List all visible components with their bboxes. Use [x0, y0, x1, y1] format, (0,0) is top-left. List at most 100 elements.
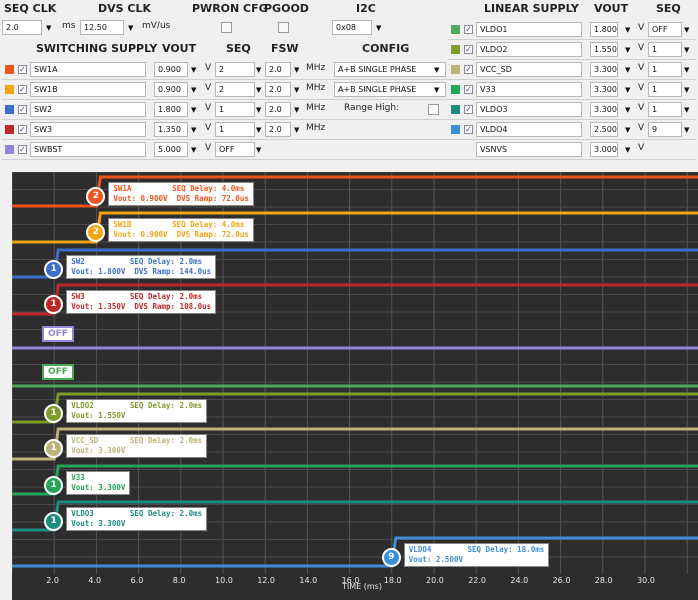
chevron-down-icon[interactable]: ▼	[294, 86, 299, 94]
vout-select[interactable]: 0.900	[154, 62, 188, 77]
chevron-down-icon[interactable]: ▼	[191, 66, 196, 74]
trace-info-line2: Vout: 1.550V	[71, 411, 126, 420]
vout-select[interactable]: 1.800	[154, 102, 188, 117]
chevron-down-icon[interactable]: ▼	[434, 86, 439, 94]
trace-info-line2: Vout: 1.800V DVS Ramp: 144.0us	[71, 267, 212, 276]
linear-vout-select[interactable]: 3.300	[590, 82, 618, 97]
config-select[interactable]: A+B SINGLE PHASE	[334, 82, 446, 97]
linear-vout-select[interactable]: 3.000	[590, 142, 618, 157]
channel-enable-checkbox[interactable]: ✓	[464, 25, 473, 34]
chevron-down-icon[interactable]: ▼	[625, 66, 630, 74]
chevron-down-icon[interactable]: ▼	[294, 66, 299, 74]
dvs-clk-select[interactable]: 12.50	[80, 20, 124, 35]
chevron-down-icon[interactable]: ▼	[684, 26, 689, 34]
trace-info-line2: Vout: 3.300V	[71, 446, 126, 455]
x-tick-label: 24.0	[510, 576, 529, 585]
chevron-down-icon[interactable]: ▼	[684, 126, 689, 134]
channel-enable-checkbox[interactable]: ✓	[18, 125, 27, 134]
linear-seq-select[interactable]: 1	[648, 102, 682, 117]
vout-unit: V	[205, 103, 212, 113]
linear-vout-select[interactable]: 3.300	[590, 102, 618, 117]
channel-enable-checkbox[interactable]: ✓	[18, 65, 27, 74]
config-select[interactable]: A+B SINGLE PHASE	[334, 62, 446, 77]
chevron-down-icon[interactable]: ▼	[191, 86, 196, 94]
chevron-down-icon[interactable]: ▼	[191, 146, 196, 154]
chevron-down-icon[interactable]: ▼	[128, 24, 133, 32]
vout-select[interactable]: 0.900	[154, 82, 188, 97]
chevron-down-icon[interactable]: ▼	[46, 24, 51, 32]
vout-select[interactable]: 1.350	[154, 122, 188, 137]
chevron-down-icon[interactable]: ▼	[625, 86, 630, 94]
pgood-checkbox[interactable]	[278, 22, 289, 33]
fsw-select[interactable]: 2.0	[265, 82, 291, 97]
chevron-down-icon[interactable]: ▼	[684, 66, 689, 74]
vout-select[interactable]: 5.000	[154, 142, 188, 157]
fsw-select[interactable]: 2.0	[265, 102, 291, 117]
linear-name-field: V33	[476, 82, 582, 97]
channel-enable-checkbox[interactable]: ✓	[464, 105, 473, 114]
range-high-checkbox[interactable]	[428, 104, 439, 115]
vout-unit: V	[205, 63, 212, 73]
x-tick-label: 20.0	[426, 576, 444, 585]
linear-vout-select[interactable]: 1.550	[590, 42, 618, 57]
chevron-down-icon[interactable]: ▼	[256, 146, 261, 154]
chevron-down-icon[interactable]: ▼	[684, 46, 689, 54]
seq-select[interactable]: 2	[215, 82, 255, 97]
trace-info-line1: VLDO4 SEQ Delay: 18.0ms	[408, 545, 545, 554]
chevron-down-icon[interactable]: ▼	[256, 66, 261, 74]
fsw-select[interactable]: 2.0	[265, 62, 291, 77]
chevron-down-icon[interactable]: ▼	[625, 46, 630, 54]
chevron-down-icon[interactable]: ▼	[294, 126, 299, 134]
linear-seq-select[interactable]: 9	[648, 122, 682, 137]
linear-supply-header: LINEAR SUPPLY	[484, 2, 579, 15]
chevron-down-icon[interactable]: ▼	[376, 24, 381, 32]
channel-color-swatch	[451, 65, 460, 74]
linear-seq-select[interactable]: 1	[648, 82, 682, 97]
chevron-down-icon[interactable]: ▼	[434, 66, 439, 74]
chevron-down-icon[interactable]: ▼	[625, 26, 630, 34]
seq-select[interactable]: 1	[215, 102, 255, 117]
chevron-down-icon[interactable]: ▼	[256, 86, 261, 94]
chevron-down-icon[interactable]: ▼	[625, 146, 630, 154]
x-tick-label: 6.0	[130, 576, 144, 585]
x-tick-label: 22.0	[468, 576, 486, 585]
chevron-down-icon[interactable]: ▼	[625, 126, 630, 134]
chevron-down-icon[interactable]: ▼	[256, 126, 261, 134]
chevron-down-icon[interactable]: ▼	[294, 106, 299, 114]
chevron-down-icon[interactable]: ▼	[625, 106, 630, 114]
channel-enable-checkbox[interactable]: ✓	[18, 145, 27, 154]
vout-unit: V	[205, 123, 212, 133]
chevron-down-icon[interactable]: ▼	[684, 86, 689, 94]
fsw-select[interactable]: 2.0	[265, 122, 291, 137]
chevron-down-icon[interactable]: ▼	[191, 126, 196, 134]
channel-enable-checkbox[interactable]: ✓	[18, 105, 27, 114]
i2c-address-select[interactable]: 0x08	[332, 20, 372, 35]
chevron-down-icon[interactable]: ▼	[684, 106, 689, 114]
linear-seq-select[interactable]: 1	[648, 42, 682, 57]
linear-vout-select[interactable]: 3.300	[590, 62, 618, 77]
seq-clk-unit: ms	[62, 21, 76, 31]
pwron-cfg-checkbox[interactable]	[221, 22, 232, 33]
chevron-down-icon[interactable]: ▼	[256, 106, 261, 114]
chevron-down-icon[interactable]: ▼	[191, 106, 196, 114]
seq-select[interactable]: 1	[215, 122, 255, 137]
linear-seq-select[interactable]: OFF	[648, 22, 682, 37]
seq-select[interactable]: 2	[215, 62, 255, 77]
channel-enable-checkbox[interactable]: ✓	[464, 85, 473, 94]
linear-name-field: VLDO1	[476, 22, 582, 37]
seq-order-badge: 1	[44, 512, 64, 531]
vout-unit: V	[205, 143, 212, 153]
channel-enable-checkbox[interactable]: ✓	[464, 125, 473, 134]
channel-enable-checkbox[interactable]: ✓	[464, 65, 473, 74]
seq-select[interactable]: OFF	[215, 142, 255, 157]
seq-clk-select[interactable]: 2.0	[2, 20, 42, 35]
linear-vout-select[interactable]: 1.800	[590, 22, 618, 37]
channel-color-swatch	[5, 105, 14, 114]
channel-color-swatch	[451, 105, 460, 114]
channel-enable-checkbox[interactable]: ✓	[18, 85, 27, 94]
row-divider	[2, 79, 452, 80]
trace-info-label: VCC_SD SEQ Delay: 2.0ms Vout: 3.300V	[66, 434, 208, 458]
linear-vout-select[interactable]: 2.500	[590, 122, 618, 137]
linear-seq-select[interactable]: 1	[648, 62, 682, 77]
channel-enable-checkbox[interactable]: ✓	[464, 45, 473, 54]
